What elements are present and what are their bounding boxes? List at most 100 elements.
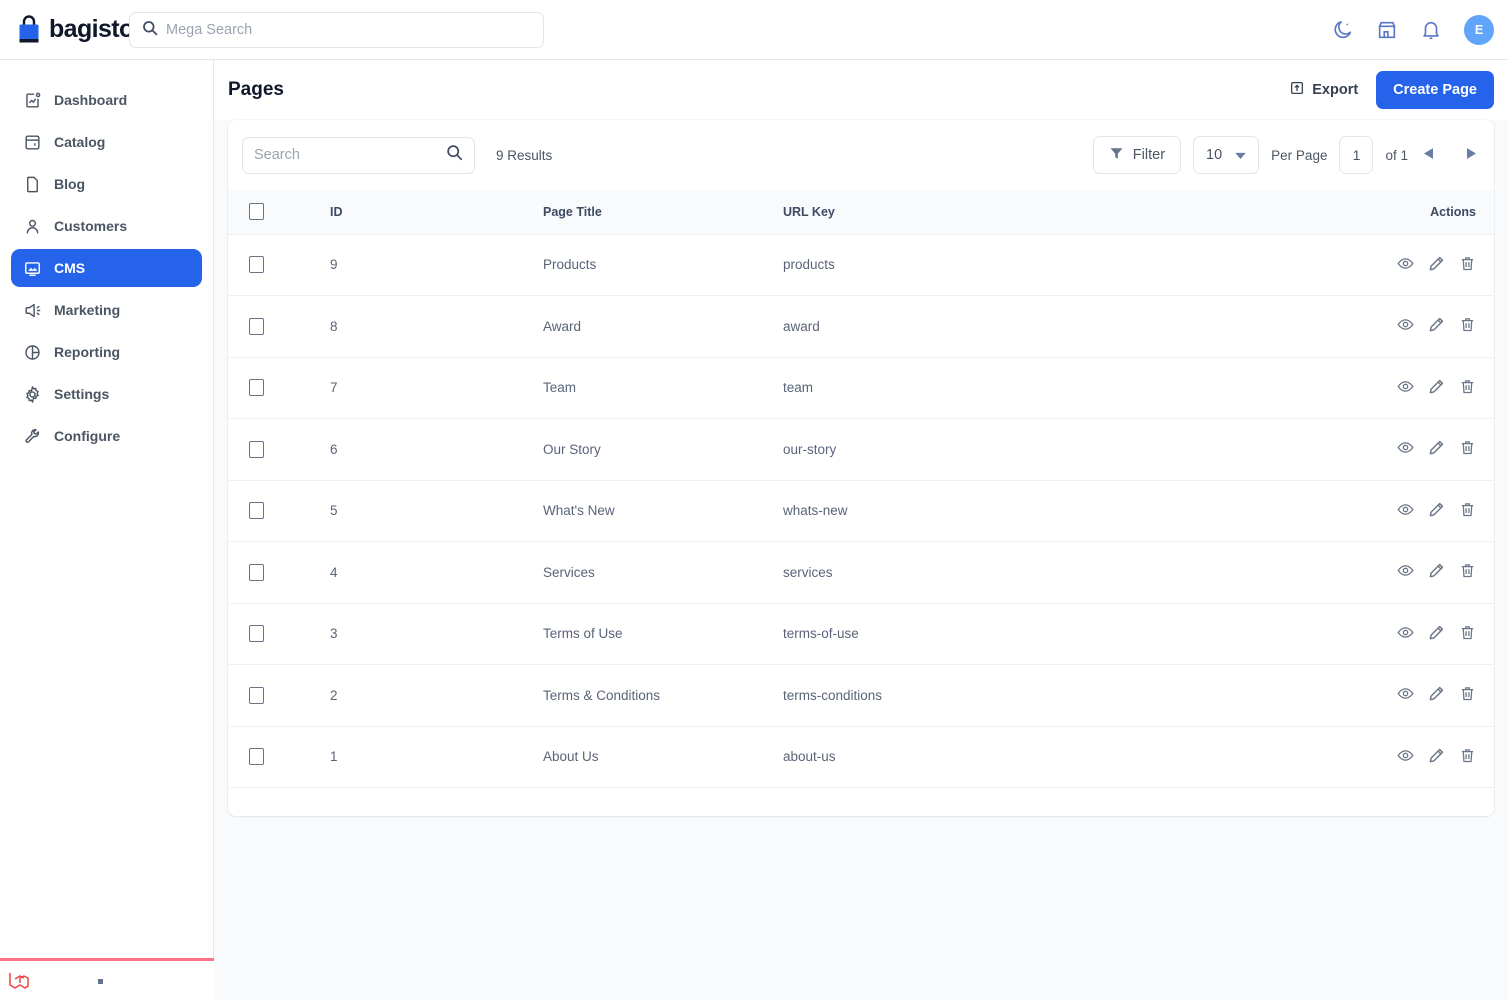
storefront-icon[interactable] (1376, 19, 1398, 41)
sidebar-item-settings[interactable]: Settings (11, 375, 202, 413)
cell-url-key: whats-new (775, 480, 1235, 542)
column-header-title[interactable]: Page Title (525, 190, 775, 234)
delete-icon[interactable] (1459, 685, 1476, 702)
row-checkbox[interactable] (249, 441, 264, 458)
cell-actions (1235, 296, 1494, 358)
sidebar-item-configure[interactable]: Configure (11, 417, 202, 455)
edit-icon[interactable] (1428, 685, 1445, 702)
sidebar-item-label: Configure (54, 428, 120, 444)
create-page-button[interactable]: Create Page (1376, 71, 1494, 109)
row-checkbox[interactable] (249, 502, 264, 519)
row-checkbox[interactable] (249, 625, 264, 642)
dashboard-icon (23, 91, 42, 110)
view-icon[interactable] (1397, 562, 1414, 579)
delete-icon[interactable] (1459, 378, 1476, 395)
sidebar-item-marketing[interactable]: Marketing (11, 291, 202, 329)
row-checkbox[interactable] (249, 748, 264, 765)
edit-icon[interactable] (1428, 624, 1445, 641)
edit-icon[interactable] (1428, 747, 1445, 764)
mega-search-input[interactable]: Mega Search (129, 12, 544, 48)
delete-icon[interactable] (1459, 562, 1476, 579)
column-header-url-key[interactable]: URL Key (775, 190, 1235, 234)
table-row[interactable]: 6Our Storyour-story (228, 419, 1494, 481)
sidebar-item-cms[interactable]: CMS (11, 249, 202, 287)
cell-page-title: Award (525, 296, 775, 358)
sidebar-item-catalog[interactable]: Catalog (11, 123, 202, 161)
avatar[interactable]: E (1464, 15, 1494, 45)
view-icon[interactable] (1397, 747, 1414, 764)
row-checkbox[interactable] (249, 564, 264, 581)
sidebar-item-reporting[interactable]: Reporting (11, 333, 202, 371)
cell-id: 6 (280, 419, 525, 481)
column-header-id[interactable]: ID (280, 190, 525, 234)
table-row[interactable]: 5What's Newwhats-new (228, 480, 1494, 542)
reporting-icon (23, 343, 42, 362)
table-row[interactable]: 7Teamteam (228, 357, 1494, 419)
view-icon[interactable] (1397, 501, 1414, 518)
sidebar-item-dashboard[interactable]: Dashboard (11, 81, 202, 119)
cell-url-key: about-us (775, 726, 1235, 788)
row-select-cell (228, 234, 280, 296)
delete-icon[interactable] (1459, 501, 1476, 518)
cell-actions (1235, 726, 1494, 788)
delete-icon[interactable] (1459, 316, 1476, 333)
page-title: Pages (228, 79, 284, 101)
notifications-icon[interactable] (1420, 19, 1442, 41)
table-row[interactable]: 9Productsproducts (228, 234, 1494, 296)
per-page-select[interactable]: 10 (1193, 136, 1259, 174)
row-checkbox[interactable] (249, 318, 264, 335)
edit-icon[interactable] (1428, 378, 1445, 395)
view-icon[interactable] (1397, 439, 1414, 456)
export-button[interactable]: Export (1289, 80, 1358, 100)
sidebar-item-label: Catalog (54, 134, 105, 150)
edit-icon[interactable] (1428, 439, 1445, 456)
row-checkbox[interactable] (249, 379, 264, 396)
cell-url-key: terms-of-use (775, 603, 1235, 665)
edit-icon[interactable] (1428, 501, 1445, 518)
export-icon (1289, 80, 1305, 100)
select-all-checkbox[interactable] (249, 203, 264, 220)
sidebar-item-customers[interactable]: Customers (11, 207, 202, 245)
shopping-bag-icon (16, 15, 42, 45)
edit-icon[interactable] (1428, 562, 1445, 579)
settings-icon (23, 385, 42, 404)
delete-icon[interactable] (1459, 255, 1476, 272)
row-checkbox[interactable] (249, 256, 264, 273)
delete-icon[interactable] (1459, 624, 1476, 641)
table-row[interactable]: 4Servicesservices (228, 542, 1494, 604)
table-row[interactable]: 8Awardaward (228, 296, 1494, 358)
row-select-cell (228, 665, 280, 727)
current-page-input[interactable]: 1 (1339, 136, 1373, 174)
edit-icon[interactable] (1428, 255, 1445, 272)
sidebar-item-blog[interactable]: Blog (11, 165, 202, 203)
dark-mode-icon[interactable] (1332, 19, 1354, 41)
view-icon[interactable] (1397, 624, 1414, 641)
cell-id: 5 (280, 480, 525, 542)
chevron-right-icon[interactable] (1463, 146, 1480, 164)
view-icon[interactable] (1397, 378, 1414, 395)
view-icon[interactable] (1397, 316, 1414, 333)
blog-icon (23, 175, 42, 194)
view-icon[interactable] (1397, 685, 1414, 702)
view-icon[interactable] (1397, 255, 1414, 272)
topbar-actions: E (1332, 0, 1494, 60)
laravel-debugbar[interactable] (0, 958, 214, 1000)
export-label: Export (1312, 82, 1358, 98)
brand-logo[interactable]: bagisto (16, 15, 120, 45)
delete-icon[interactable] (1459, 747, 1476, 764)
table-row[interactable]: 3Terms of Useterms-of-use (228, 603, 1494, 665)
chevron-left-icon[interactable] (1420, 146, 1437, 164)
table-toolbar-right: Filter 10 Per Page 1 of 1 (1093, 136, 1480, 174)
row-select-cell (228, 603, 280, 665)
table-search-input[interactable]: Search (242, 137, 475, 174)
edit-icon[interactable] (1428, 316, 1445, 333)
sidebar-item-label: Settings (54, 386, 109, 402)
delete-icon[interactable] (1459, 439, 1476, 456)
table-row[interactable]: 2Terms & Conditionsterms-conditions (228, 665, 1494, 727)
table-row[interactable]: 1About Usabout-us (228, 726, 1494, 788)
column-header-actions: Actions (1235, 190, 1494, 234)
row-checkbox[interactable] (249, 687, 264, 704)
catalog-icon (23, 133, 42, 152)
filter-button[interactable]: Filter (1093, 136, 1181, 174)
search-icon[interactable] (446, 144, 463, 166)
